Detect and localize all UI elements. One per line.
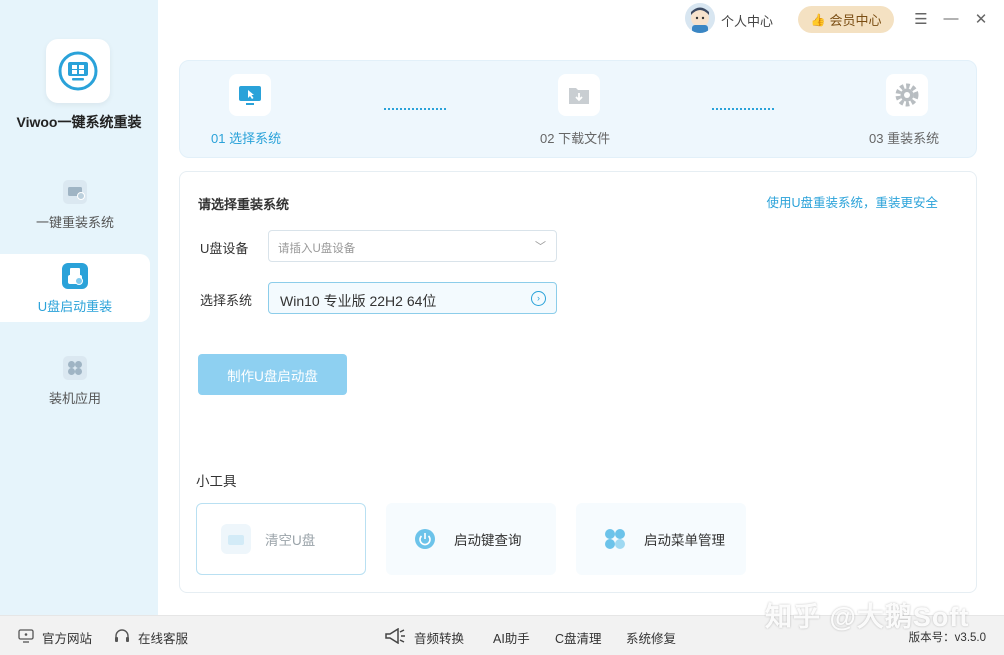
gear-icon xyxy=(886,74,928,116)
page-title: 请选择重装系统 xyxy=(198,197,290,212)
headset-icon xyxy=(114,628,130,647)
monitor-icon xyxy=(61,178,89,206)
audio-convert-link[interactable]: 音频转换 xyxy=(384,627,465,647)
tool-label: 清空U盘 xyxy=(265,533,316,548)
sidebar-item-label: U盘启动重装 xyxy=(37,298,113,314)
sidebar-item-one-click-reinstall[interactable]: 一键重装系统 xyxy=(0,170,150,238)
step-download-files: 02 下载文件 xyxy=(540,131,611,146)
cursor-screen-icon xyxy=(229,74,271,116)
sidebar-item-label: 装机应用 xyxy=(48,390,101,406)
megaphone-icon xyxy=(384,627,406,647)
power-icon xyxy=(410,524,440,554)
system-repair-link[interactable]: 系统修复 xyxy=(626,628,676,647)
sidebar: Viwoo一键系统重装 一键重装系统 U盘启动重装 装机应用 xyxy=(0,0,158,615)
minimize-icon[interactable]: — xyxy=(941,10,961,27)
step-connector xyxy=(384,108,446,110)
system-select[interactable]: Win10 专业版 22H2 64位 › xyxy=(268,282,557,314)
step-select-system: 01 选择系统 xyxy=(211,131,282,146)
c-drive-clean-link[interactable]: C盘清理 xyxy=(555,628,602,647)
tool-boot-menu-manager[interactable]: 启动菜单管理 xyxy=(576,503,746,575)
personal-center-link[interactable]: 个人中心 xyxy=(721,11,773,30)
tool-clear-usb[interactable]: 清空U盘 xyxy=(196,503,366,575)
clear-usb-icon xyxy=(221,524,251,554)
step-reinstall-system: 03 重装系统 xyxy=(869,131,940,146)
install-steps: 01 选择系统 02 下载文件 03 重装系统 xyxy=(179,60,977,158)
tool-label: 启动键查询 xyxy=(454,533,522,548)
tool-boot-key-query[interactable]: 启动键查询 xyxy=(386,503,556,575)
make-usb-boot-button[interactable]: 制作U盘启动盘 xyxy=(198,354,347,395)
usb-device-label: U盘设备 xyxy=(200,241,249,256)
thumbs-up-icon: 👍 xyxy=(810,12,826,27)
audio-convert-label: 音频转换 xyxy=(414,632,465,646)
usb-icon xyxy=(61,262,89,290)
ai-assistant-link[interactable]: AI助手 xyxy=(493,628,530,647)
close-icon[interactable]: ✕ xyxy=(971,10,991,28)
website-icon xyxy=(18,629,34,646)
system-value: Win10 专业版 22H2 64位 xyxy=(280,293,437,309)
menu-icon[interactable]: ☰ xyxy=(911,10,931,28)
usb-device-select[interactable]: 请插入U盘设备 ﹀ xyxy=(268,230,557,262)
download-icon xyxy=(558,74,600,116)
chevron-down-icon: ﹀ xyxy=(535,241,546,253)
official-website-label: 官方网站 xyxy=(42,632,93,646)
official-website-link[interactable]: 官方网站 xyxy=(18,628,92,647)
tool-label: 启动菜单管理 xyxy=(644,533,725,548)
watermark: 知乎 @大鹅Soft xyxy=(765,602,970,632)
sidebar-item-usb-reinstall[interactable]: U盘启动重装 xyxy=(0,254,150,322)
chevron-right-circle-icon: › xyxy=(531,291,546,306)
app-logo-icon xyxy=(58,51,98,91)
step-connector xyxy=(712,108,774,110)
online-service-link[interactable]: 在线客服 xyxy=(114,628,188,647)
usb-device-placeholder: 请插入U盘设备 xyxy=(278,243,356,255)
vip-center-label: 会员中心 xyxy=(829,13,882,28)
online-service-label: 在线客服 xyxy=(138,632,189,646)
usb-safety-link[interactable]: 使用U盘重装系统，重装更安全 xyxy=(766,192,938,211)
sidebar-item-apps[interactable]: 装机应用 xyxy=(0,346,150,414)
top-bar: 个人中心 👍 会员中心 ☰ — ✕ xyxy=(158,0,1004,42)
apps-icon xyxy=(61,354,89,382)
sidebar-item-label: 一键重装系统 xyxy=(35,214,114,230)
system-label: 选择系统 xyxy=(200,293,253,308)
menu-grid-icon xyxy=(600,524,630,554)
vip-center-button[interactable]: 👍 会员中心 xyxy=(798,6,894,33)
main-panel: 请选择重装系统 使用U盘重装系统，重装更安全 U盘设备 请插入U盘设备 ﹀ 选择… xyxy=(179,171,977,593)
app-name: Viwoo一键系统重装 xyxy=(16,114,142,130)
app-logo xyxy=(46,39,110,103)
tools-title: 小工具 xyxy=(196,474,237,489)
avatar[interactable] xyxy=(685,3,715,33)
